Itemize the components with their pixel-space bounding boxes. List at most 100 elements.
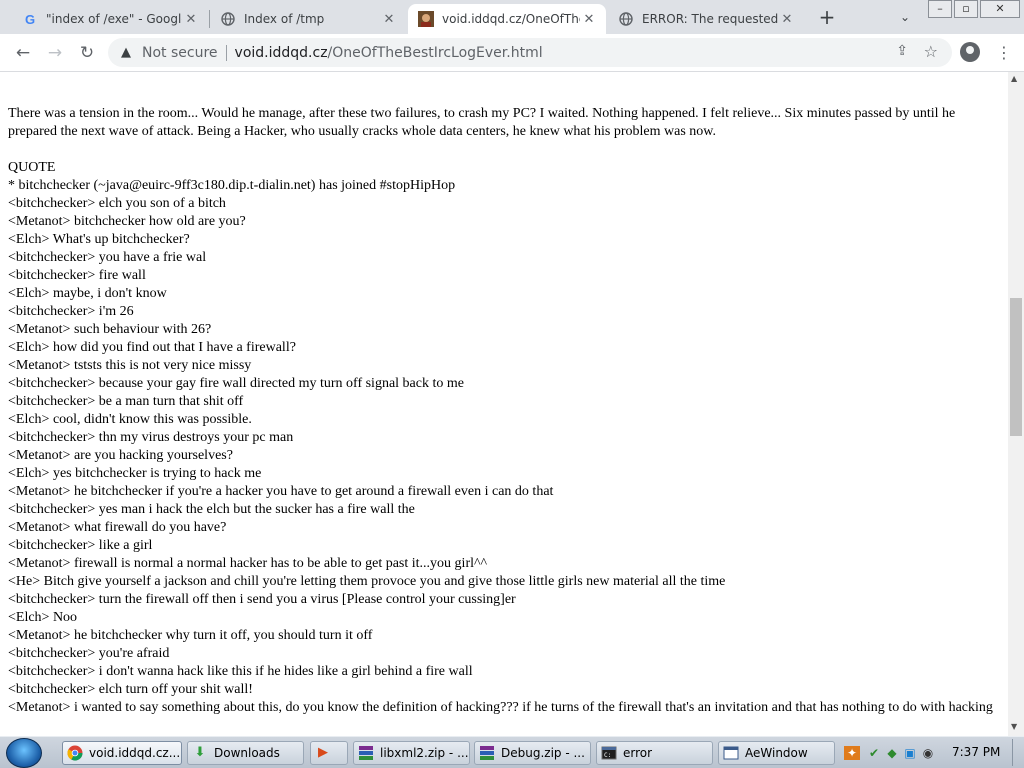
google-g-icon: G bbox=[24, 11, 36, 27]
chrome-icon bbox=[67, 745, 83, 761]
chat-line: <bitchchecker> yes man i hack the elch b… bbox=[8, 502, 415, 517]
taskbar-item-media[interactable]: ▶ bbox=[310, 741, 348, 765]
winrar-icon bbox=[358, 745, 374, 761]
chat-line: <Elch> maybe, i don't know bbox=[8, 286, 167, 301]
taskbar-item-label: Downloads bbox=[214, 746, 280, 760]
chat-line: <Metanot> such behaviour with 26? bbox=[8, 322, 212, 337]
intro-paragraph: There was a tension in the room... Would… bbox=[8, 106, 956, 139]
display-icon[interactable]: ▣ bbox=[902, 746, 918, 760]
minimize-button[interactable]: – bbox=[928, 0, 952, 18]
chat-line: <bitchchecker> turn the firewall off the… bbox=[8, 592, 516, 607]
chat-line: <bitchchecker> because your gay fire wal… bbox=[8, 376, 464, 391]
tab-title: Index of /tmp bbox=[244, 12, 325, 26]
chat-line: <bitchchecker> i'm 26 bbox=[8, 304, 134, 319]
chat-line: <bitchchecker> elch turn off your shit w… bbox=[8, 682, 253, 697]
tab-title: void.iddqd.cz/OneOfTheB bbox=[442, 12, 580, 26]
network-icon[interactable]: ✔ bbox=[866, 746, 882, 760]
tray-app-icon[interactable]: ✦ bbox=[844, 746, 860, 760]
address-divider bbox=[225, 44, 227, 61]
chat-line: <Elch> cool, didn't know this was possib… bbox=[8, 412, 252, 427]
tab-title: ERROR: The requested UR bbox=[642, 12, 778, 26]
show-desktop-button[interactable] bbox=[1012, 739, 1023, 766]
taskbar-item-label: error bbox=[623, 746, 653, 760]
reload-button[interactable]: ↻ bbox=[74, 40, 100, 66]
tab-error[interactable]: ERROR: The requested UR ✕ bbox=[608, 4, 804, 34]
chat-line: <bitchchecker> elch you son of a bitch bbox=[8, 196, 226, 211]
browser-toolbar: ← → ↻ ▲ Not secure void.iddqd.cz/OneOfTh… bbox=[0, 34, 1024, 72]
chat-line: <Metanot> he bitchchecker why turn it of… bbox=[8, 628, 373, 643]
chat-line: <bitchchecker> be a man turn that shit o… bbox=[8, 394, 244, 409]
vertical-scrollbar[interactable]: ▲ ▼ bbox=[1008, 72, 1024, 736]
tab-strip: G "index of /exe" - Google ✕ Index of /t… bbox=[0, 0, 1024, 34]
system-clock[interactable]: 7:37 PM bbox=[952, 745, 1000, 759]
start-button[interactable] bbox=[6, 738, 42, 768]
chat-line: <Metanot> tststs this is not very nice m… bbox=[8, 358, 252, 373]
tab-google-search[interactable]: G "index of /exe" - Google ✕ bbox=[12, 4, 208, 34]
warning-triangle-icon[interactable]: ▲ bbox=[118, 45, 134, 60]
taskbar-item-aewindow[interactable]: AeWindow bbox=[718, 741, 835, 765]
taskbar-item-label: libxml2.zip - ... bbox=[380, 746, 469, 760]
quote-label: QUOTE bbox=[8, 160, 56, 175]
volume-icon[interactable]: ◉ bbox=[920, 746, 936, 760]
scroll-down-arrow-icon[interactable]: ▼ bbox=[1011, 722, 1017, 731]
chat-line: <Elch> how did you find out that I have … bbox=[8, 340, 296, 355]
close-tab-icon[interactable]: ✕ bbox=[580, 12, 598, 27]
security-shield-icon[interactable]: ◆ bbox=[884, 746, 900, 760]
chat-line: <bitchchecker> i don't wanna hack like t… bbox=[8, 664, 473, 679]
close-tab-icon[interactable]: ✕ bbox=[778, 12, 796, 27]
share-icon[interactable]: ⇪ bbox=[896, 43, 908, 59]
chat-line: <Metanot> are you hacking yourselves? bbox=[8, 448, 233, 463]
chat-line: * bitchchecker (~java@euirc-9ff3c180.dip… bbox=[8, 178, 456, 193]
bookmark-star-icon[interactable]: ☆ bbox=[924, 42, 938, 61]
tab-irc-log[interactable]: void.iddqd.cz/OneOfTheB ✕ bbox=[408, 4, 606, 34]
taskbar-item-label: Debug.zip - ... bbox=[501, 746, 585, 760]
forward-button[interactable]: → bbox=[42, 40, 68, 66]
new-tab-button[interactable]: + bbox=[816, 6, 838, 28]
security-status[interactable]: Not secure bbox=[142, 45, 218, 61]
address-bar[interactable]: ▲ Not secure void.iddqd.cz/OneOfTheBestI… bbox=[108, 38, 952, 67]
chat-line: <bitchchecker> like a girl bbox=[8, 538, 153, 553]
console-icon: C: bbox=[601, 745, 617, 761]
page-content: There was a tension in the room... Would… bbox=[0, 72, 1008, 736]
taskbar-item-label: AeWindow bbox=[745, 746, 808, 760]
taskbar-item-label: void.iddqd.cz... bbox=[89, 746, 181, 760]
chat-line: <Metanot> he bitchchecker if you're a ha… bbox=[8, 484, 554, 499]
svg-text:C:: C: bbox=[604, 752, 611, 759]
tab-search-button[interactable]: ⌄ bbox=[896, 8, 914, 26]
url-host[interactable]: void.iddqd.cz bbox=[235, 45, 328, 61]
globe-icon bbox=[220, 11, 236, 27]
taskbar-item-debug-zip[interactable]: Debug.zip - ... bbox=[474, 741, 591, 765]
more-menu-icon[interactable]: ⋮ bbox=[996, 42, 1012, 64]
media-player-icon: ▶ bbox=[318, 745, 328, 760]
chat-line: <bitchchecker> fire wall bbox=[8, 268, 146, 283]
close-tab-icon[interactable]: ✕ bbox=[182, 12, 200, 27]
irc-log: QUOTE * bitchchecker (~java@euirc-9ff3c1… bbox=[8, 159, 998, 717]
close-tab-icon[interactable]: ✕ bbox=[380, 12, 398, 27]
taskbar-item-libxml2[interactable]: libxml2.zip - ... bbox=[353, 741, 470, 765]
tab-index-tmp[interactable]: Index of /tmp ✕ bbox=[210, 4, 406, 34]
globe-icon bbox=[618, 11, 634, 27]
chat-line: <bitchchecker> thn my virus destroys you… bbox=[8, 430, 294, 445]
scroll-up-arrow-icon[interactable]: ▲ bbox=[1011, 74, 1017, 83]
chat-line: <Metanot> bitchchecker how old are you? bbox=[8, 214, 246, 229]
chat-line: <bitchchecker> you're afraid bbox=[8, 646, 170, 661]
winrar-icon bbox=[479, 745, 495, 761]
taskbar-item-downloads[interactable]: ⬇ Downloads bbox=[187, 741, 304, 765]
site-favicon bbox=[418, 11, 434, 27]
chat-line: <Elch> yes bitchchecker is trying to hac… bbox=[8, 466, 262, 481]
downloads-folder-icon: ⬇ bbox=[194, 745, 206, 760]
back-button[interactable]: ← bbox=[10, 40, 36, 66]
taskbar-item-error[interactable]: C: error bbox=[596, 741, 713, 765]
tab-title: "index of /exe" - Google bbox=[46, 12, 182, 26]
windows-taskbar: void.iddqd.cz... ⬇ Downloads ▶ libxml2.z… bbox=[0, 736, 1024, 768]
url-path[interactable]: /OneOfTheBestIrcLogEver.html bbox=[328, 45, 543, 61]
app-window-icon bbox=[723, 745, 739, 761]
close-window-button[interactable]: ✕ bbox=[980, 0, 1020, 18]
maximize-button[interactable]: ▫ bbox=[954, 0, 978, 18]
taskbar-item-chrome[interactable]: void.iddqd.cz... bbox=[62, 741, 182, 765]
profile-avatar-icon[interactable] bbox=[960, 42, 980, 62]
scrollbar-thumb[interactable] bbox=[1010, 298, 1022, 436]
chat-line: <Elch> Noo bbox=[8, 610, 78, 625]
chat-line: <bitchchecker> you have a frie wal bbox=[8, 250, 207, 265]
chat-line: <Metanot> what firewall do you have? bbox=[8, 520, 227, 535]
